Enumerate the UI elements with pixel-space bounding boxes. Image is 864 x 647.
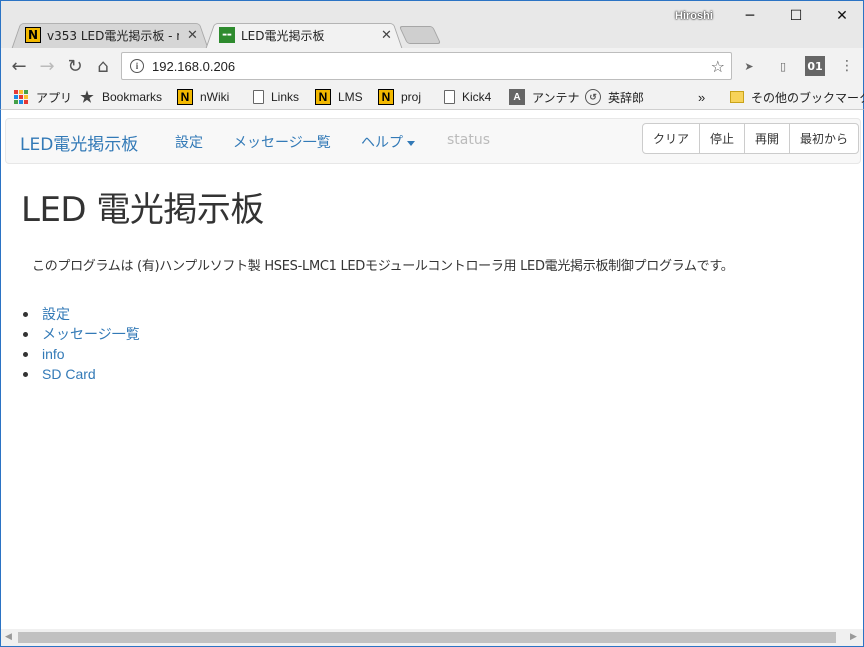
close-tab-icon[interactable]: ✕ xyxy=(187,28,198,43)
bookmark-label: proj xyxy=(401,90,422,104)
resume-button[interactable]: 再開 xyxy=(743,124,789,153)
bookmark-eijiro[interactable]: ↺ 英辞郎 xyxy=(585,87,644,107)
binary-extension-icon[interactable]: 01 xyxy=(805,56,825,76)
restart-button[interactable]: 最初から xyxy=(788,124,858,153)
caret-down-icon xyxy=(407,140,415,146)
link-messages[interactable]: メッセージ一覧 xyxy=(42,324,140,344)
scroll-left-icon[interactable]: ◀ xyxy=(5,632,12,642)
link-info[interactable]: info xyxy=(42,346,65,362)
bookmarks-overflow-button[interactable]: » xyxy=(698,87,705,107)
link-sd-card[interactable]: SD Card xyxy=(42,366,96,382)
nav-link-settings[interactable]: 設定 xyxy=(175,132,203,152)
n-favicon-icon: N xyxy=(25,27,41,43)
page-link-list: 設定 メッセージ一覧 info SD Card xyxy=(23,304,140,384)
address-bar[interactable]: i 192.168.0.206 ☆ xyxy=(121,52,732,80)
history-icon: ↺ xyxy=(585,89,601,105)
bullet-icon xyxy=(23,311,28,317)
navbar-brand[interactable]: LED電光掲示板 xyxy=(20,130,138,155)
bookmark-lms[interactable]: N LMS xyxy=(315,87,363,107)
clear-button[interactable]: クリア xyxy=(643,124,699,153)
tab-nwiki[interactable]: N v353 LED電光掲示板 - nW ✕ xyxy=(11,20,209,50)
maximize-icon[interactable]: ☐ xyxy=(773,1,819,31)
apps-grid-icon xyxy=(13,89,29,105)
close-tab-icon[interactable]: ✕ xyxy=(381,28,392,43)
list-item: SD Card xyxy=(23,364,140,384)
folder-icon xyxy=(730,91,744,103)
bookmark-label: アンテナ xyxy=(532,90,580,105)
stop-button[interactable]: 停止 xyxy=(698,124,744,153)
bookmark-proj[interactable]: N proj xyxy=(378,87,421,107)
new-tab-button[interactable] xyxy=(398,26,442,44)
horizontal-scrollbar[interactable]: ◀ ▶ xyxy=(0,629,864,647)
bookmark-label: Links xyxy=(271,90,300,104)
page-title: LED 電光掲示板 xyxy=(21,190,264,230)
back-icon[interactable]: ← xyxy=(7,54,31,78)
bullet-icon xyxy=(23,371,28,377)
forward-icon[interactable]: → xyxy=(35,54,59,78)
other-bookmarks[interactable]: その他のブックマーク xyxy=(730,87,864,107)
menu-icon[interactable]: ⋮ xyxy=(837,56,857,76)
page-description: このプログラムは (有)ハンプルソフト製 HSES-LMC1 LEDモジュールコ… xyxy=(32,259,734,274)
list-item: メッセージ一覧 xyxy=(23,324,140,344)
nav-help-label: ヘルプ xyxy=(361,135,403,151)
n-favicon-icon: N xyxy=(378,89,394,105)
bookmarks-bar: アプリ ★ Bookmarks N nWiki Links N LMS N pr… xyxy=(0,84,864,110)
bookmark-antenna[interactable]: A アンテナ xyxy=(509,87,580,107)
bookmark-label: Bookmarks xyxy=(102,90,163,104)
n-favicon-icon: N xyxy=(315,89,331,105)
bookmark-links[interactable]: Links xyxy=(251,87,299,107)
bullet-icon xyxy=(23,351,28,357)
page-icon xyxy=(253,90,264,104)
control-button-group: クリア 停止 再開 最初から xyxy=(641,123,859,154)
site-info-icon[interactable]: i xyxy=(130,59,144,73)
bookmark-label: アプリ xyxy=(36,90,73,105)
scroll-right-icon[interactable]: ▶ xyxy=(850,632,857,642)
minimize-icon[interactable]: ─ xyxy=(727,1,773,31)
nav-link-status: status xyxy=(447,132,491,148)
browser-titlebar: N v353 LED電光掲示板 - nW ✕ ▬▬ LED電光掲示板 ✕ Hir… xyxy=(0,0,864,50)
other-bookmarks-label: その他のブックマーク xyxy=(751,90,864,105)
url-text[interactable]: 192.168.0.206 xyxy=(152,59,235,74)
n-favicon-icon: N xyxy=(177,89,193,105)
site-navbar: LED電光掲示板 設定 メッセージ一覧 ヘルプ status クリア 停止 再開… xyxy=(5,118,861,164)
reload-icon[interactable]: ↻ xyxy=(63,54,87,78)
tab-title: LED電光掲示板 xyxy=(241,28,325,43)
bookmark-label: Kick4 xyxy=(462,90,492,104)
scrollbar-thumb[interactable] xyxy=(18,632,836,643)
a-favicon-icon: A xyxy=(509,89,525,105)
bookmark-label: nWiki xyxy=(200,90,230,104)
tab-title: v353 LED電光掲示板 - nW xyxy=(47,28,179,43)
bookmark-label: LMS xyxy=(338,90,363,104)
list-item: info xyxy=(23,344,140,364)
cursor-extension-icon[interactable]: ➤ xyxy=(739,56,759,76)
list-item: 設定 xyxy=(23,304,140,324)
page-icon xyxy=(444,90,455,104)
nav-help-dropdown[interactable]: ヘルプ xyxy=(361,132,415,152)
bookmark-label: 英辞郎 xyxy=(608,90,645,105)
page-viewport: LED電光掲示板 設定 メッセージ一覧 ヘルプ status クリア 停止 再開… xyxy=(0,110,864,629)
bookmark-bookmarks[interactable]: ★ Bookmarks xyxy=(79,87,162,107)
page-extension-icon[interactable]: ▯ xyxy=(773,56,793,76)
bookmark-apps[interactable]: アプリ xyxy=(13,87,72,107)
bookmark-kick4[interactable]: Kick4 xyxy=(442,87,491,107)
tab-led-board[interactable]: ▬▬ LED電光掲示板 ✕ xyxy=(205,20,403,50)
bullet-icon xyxy=(23,331,28,337)
browser-toolbar: ← → ↻ ⌂ i 192.168.0.206 ☆ ➤ ▯ 01 ⋮ xyxy=(0,48,864,84)
led-board-favicon-icon: ▬▬ xyxy=(219,27,235,43)
star-icon: ★ xyxy=(80,89,94,106)
bookmark-star-icon[interactable]: ☆ xyxy=(711,57,725,76)
link-settings[interactable]: 設定 xyxy=(42,304,70,324)
close-window-icon[interactable]: ✕ xyxy=(819,1,864,31)
profile-name[interactable]: Hiroshi xyxy=(675,10,713,22)
nav-link-messages[interactable]: メッセージ一覧 xyxy=(233,132,331,152)
home-icon[interactable]: ⌂ xyxy=(91,54,115,78)
bookmark-nwiki[interactable]: N nWiki xyxy=(177,87,229,107)
